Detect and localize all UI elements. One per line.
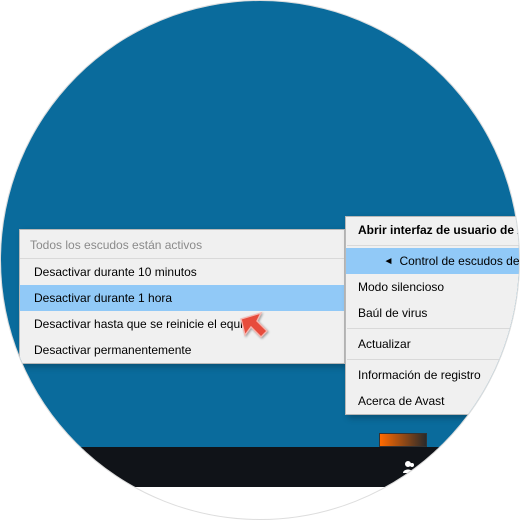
tray-app-window-fragment bbox=[379, 433, 427, 447]
action-center-icon[interactable] bbox=[463, 458, 481, 476]
menu-item-label: Baúl de virus bbox=[358, 306, 427, 320]
menu-item-label: Abrir interfaz de usuario de Avast bbox=[358, 223, 520, 237]
submenu-item-label: Desactivar hasta que se reinicie el equi… bbox=[34, 317, 256, 331]
submenu-header: Todos los escudos están activos bbox=[20, 230, 344, 259]
menu-item-open-ui[interactable]: Abrir interfaz de usuario de Avast bbox=[346, 217, 520, 243]
submenu-item-disable-10min[interactable]: Desactivar durante 10 minutos bbox=[20, 259, 344, 285]
menu-separator bbox=[347, 245, 520, 246]
circular-viewport: Todos los escudos están activos Desactiv… bbox=[0, 0, 520, 520]
submenu-item-label: Desactivar durante 1 hora bbox=[34, 291, 172, 305]
menu-item-silent-mode[interactable]: Modo silencioso bbox=[346, 274, 520, 300]
menu-item-label: Acerca de Avast bbox=[358, 394, 445, 408]
menu-item-label: Modo silencioso bbox=[358, 280, 444, 294]
submenu-item-disable-permanently[interactable]: Desactivar permanentemente bbox=[20, 337, 344, 363]
windows-taskbar[interactable]: ES bbox=[0, 447, 520, 487]
submenu-arrow-icon: ◄ bbox=[384, 256, 394, 267]
submenu-item-label: Desactivar durante 10 minutos bbox=[34, 265, 197, 279]
menu-item-update[interactable]: Actualizar bbox=[346, 331, 520, 357]
avast-tray-context-menu: Abrir interfaz de usuario de Avast ◄ Con… bbox=[345, 216, 520, 415]
tray-chevron-up-icon[interactable] bbox=[431, 458, 449, 476]
submenu-item-disable-until-restart[interactable]: Desactivar hasta que se reinicie el equi… bbox=[20, 311, 344, 337]
menu-item-label: Información de registro bbox=[358, 368, 481, 382]
menu-item-shield-control[interactable]: ◄ Control de escudos de Avast bbox=[346, 248, 520, 274]
menu-item-registration-info[interactable]: Información de registro bbox=[346, 362, 520, 388]
menu-item-label: Control de escudos de Avast bbox=[399, 254, 520, 268]
menu-separator bbox=[347, 359, 520, 360]
menu-separator bbox=[347, 328, 520, 329]
avast-shields-submenu: Todos los escudos están activos Desactiv… bbox=[19, 229, 345, 364]
submenu-item-disable-1hour[interactable]: Desactivar durante 1 hora bbox=[20, 285, 344, 311]
menu-item-about[interactable]: Acerca de Avast bbox=[346, 388, 520, 414]
volume-icon[interactable] bbox=[495, 458, 513, 476]
menu-item-virus-chest[interactable]: Baúl de virus bbox=[346, 300, 520, 326]
menu-item-label: Actualizar bbox=[358, 337, 411, 351]
people-icon[interactable] bbox=[399, 458, 417, 476]
submenu-item-label: Desactivar permanentemente bbox=[34, 343, 191, 357]
